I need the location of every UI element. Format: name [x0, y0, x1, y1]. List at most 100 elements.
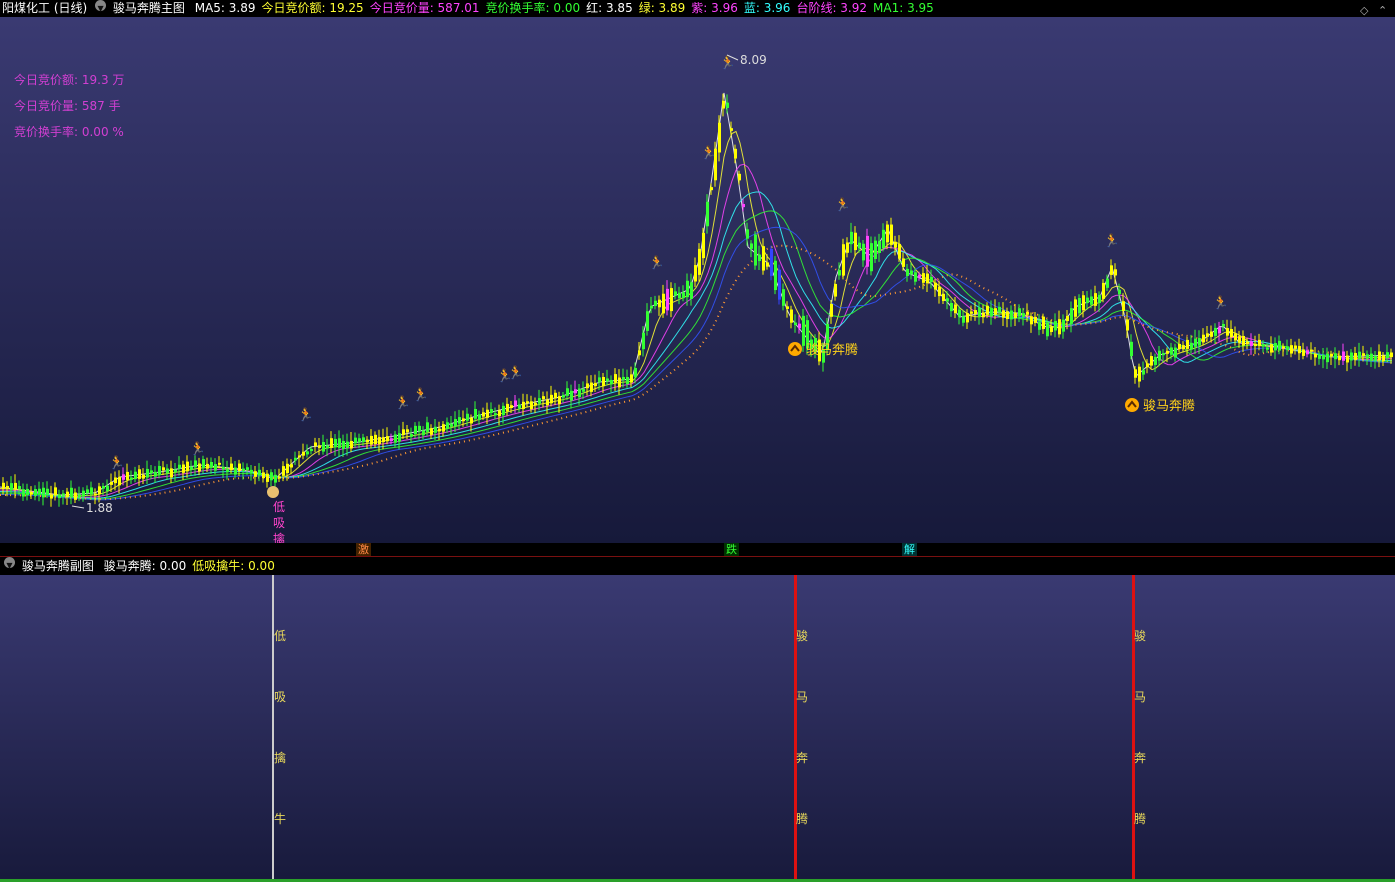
candle-body — [250, 469, 253, 473]
candle-body — [510, 405, 513, 409]
sub-indicator-dropdown-icon[interactable]: ▼ — [4, 557, 15, 570]
moving-average-line — [0, 210, 1393, 500]
candle-body — [1294, 345, 1297, 349]
candle-body — [842, 244, 845, 276]
candle-body — [54, 487, 57, 496]
buy-person-icon: 🏃 — [413, 387, 429, 403]
candle-body — [894, 241, 897, 248]
chevron-up-icon[interactable]: ⌃ — [1378, 2, 1387, 17]
stock-title[interactable]: 阳煤化工 (日线) — [2, 0, 87, 17]
candle-body — [222, 466, 225, 470]
candle-body — [1098, 294, 1101, 304]
low-price-label: 1.88 — [86, 501, 113, 515]
candle-body — [246, 467, 249, 470]
candle-body — [154, 471, 157, 477]
candle-body — [450, 423, 453, 427]
indicator-dropdown-icon[interactable]: ▼ — [95, 0, 107, 13]
candle-body — [654, 300, 657, 306]
candle-body — [566, 388, 569, 396]
candle-body — [862, 243, 865, 261]
candle-body — [1146, 363, 1149, 368]
money-bag-icon — [267, 486, 279, 498]
candle-body — [1258, 339, 1261, 346]
candle-body — [434, 426, 437, 433]
candle-body — [926, 273, 929, 284]
candle-body — [890, 224, 893, 245]
candle-body — [882, 229, 885, 249]
candle-body — [1110, 265, 1113, 275]
junma-signal-line-1 — [794, 575, 797, 879]
candle-body — [1074, 299, 1077, 317]
candle-body — [114, 477, 117, 484]
candle-body — [1234, 333, 1237, 341]
candle-body — [658, 299, 661, 308]
candle-body — [1046, 322, 1049, 337]
main-chart-pane[interactable]: 今日竞价额: 19.3 万 今日竞价量: 587 手 竞价换手率: 0.00 %… — [0, 17, 1395, 543]
candle-body — [334, 438, 337, 448]
candle-body — [1202, 334, 1205, 343]
candle-body — [1370, 353, 1373, 361]
sub-indicator-name[interactable]: 骏马奔腾副图 — [22, 557, 94, 575]
candle-body — [158, 465, 161, 476]
candle-body — [286, 463, 289, 474]
candle-body — [774, 260, 777, 291]
candle-body — [642, 332, 645, 350]
candle-body — [790, 309, 793, 323]
candle-body — [734, 148, 737, 159]
candle-body — [14, 482, 17, 490]
main-chart-header: 阳煤化工 (日线) ▼ 骏马奔腾主图 MA5: 3.89 今日竞价额: 19.25… — [0, 0, 1395, 17]
candle-body — [1306, 350, 1309, 355]
buy-person-icon: 🏃 — [1213, 295, 1229, 311]
moving-average-line — [0, 92, 1393, 496]
sub-char: 马 — [1134, 690, 1147, 704]
candle-body — [410, 433, 413, 437]
candle-body — [1134, 369, 1137, 378]
candle-body — [210, 462, 213, 468]
candle-body — [426, 422, 429, 433]
candle-body — [1210, 331, 1213, 337]
moving-average-line — [0, 130, 1393, 497]
candle-body — [98, 486, 101, 495]
candle-body — [82, 490, 85, 497]
diamond-icon[interactable]: ◇ — [1360, 2, 1368, 17]
candle-body — [1374, 355, 1377, 361]
candle-body — [1066, 316, 1069, 322]
candle-body — [462, 418, 465, 422]
header-value-item: 竞价换手率: 0.00 — [485, 1, 581, 15]
candle-body — [350, 440, 353, 449]
candle-body — [698, 248, 701, 275]
signal-strip: 激 跌 解 — [0, 543, 1395, 556]
candle-body — [706, 201, 709, 227]
candle-body — [906, 268, 909, 276]
candle-body — [966, 313, 969, 323]
candle-body — [1386, 352, 1389, 359]
main-indicator-name[interactable]: 骏马奔腾主图 — [113, 0, 185, 17]
candle-body — [346, 441, 349, 449]
candle-body — [494, 413, 497, 416]
sub-char: 骏 — [796, 629, 809, 643]
sub-chart-pane[interactable]: 低 吸 擒 牛 骏 马 奔 腾 骏 马 奔 腾 — [0, 575, 1395, 879]
candle-body — [270, 472, 273, 481]
candle-body — [318, 445, 321, 448]
candle-body — [582, 388, 585, 392]
candle-body — [726, 102, 729, 108]
candle-body — [366, 439, 369, 443]
candle-body — [762, 246, 765, 271]
candle-body — [1090, 296, 1093, 305]
candle-body — [1034, 316, 1037, 323]
candle-body — [782, 289, 785, 306]
candlestick-chart[interactable]: 🏃🏃🏃🏃🏃🏃🏃🏃🏃🏃🏃🏃🏃8.091.88骏马奔腾骏马奔腾低吸擒 — [0, 17, 1395, 543]
candle-body — [1242, 335, 1245, 346]
buy-person-icon: 🏃 — [701, 145, 717, 161]
candle-body — [934, 282, 937, 290]
candle-body — [578, 388, 581, 398]
candle-body — [942, 293, 945, 301]
buy-person-icon: 🏃 — [298, 407, 314, 423]
candle-body — [18, 486, 21, 490]
candle-body — [470, 417, 473, 424]
candle-body — [602, 376, 605, 387]
candle-body — [382, 437, 385, 443]
candle-body — [266, 473, 269, 482]
candle-body — [370, 435, 373, 445]
candle-body — [1018, 308, 1021, 317]
